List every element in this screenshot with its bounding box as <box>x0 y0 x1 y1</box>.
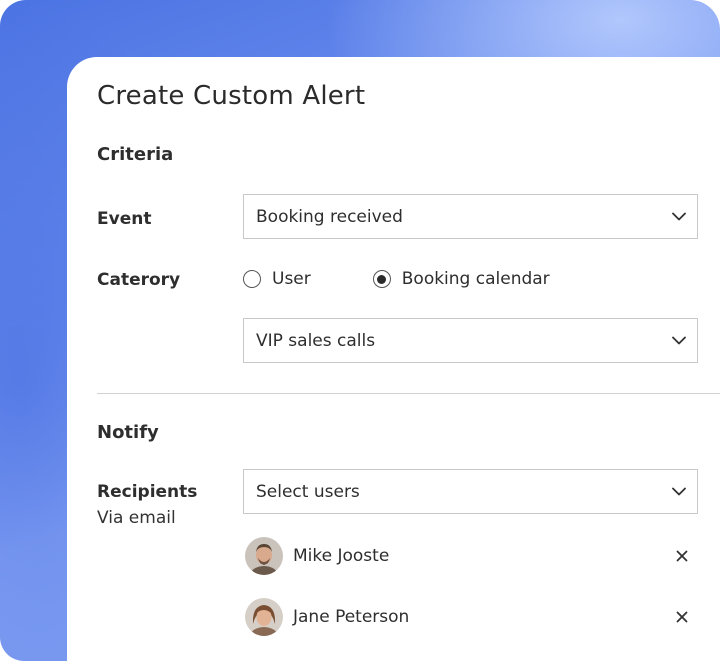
close-icon[interactable] <box>664 550 700 562</box>
recipient-row: Jane Peterson <box>245 597 700 637</box>
notify-heading: Notify <box>97 422 159 443</box>
avatar <box>245 537 283 575</box>
recipient-name: Jane Peterson <box>293 607 410 627</box>
recipients-sublabel: Via email <box>97 508 176 528</box>
event-select[interactable]: Booking received <box>243 194 698 239</box>
category-label: Caterory <box>97 270 181 290</box>
event-label: Event <box>97 209 152 229</box>
chevron-down-icon <box>661 487 697 496</box>
recipient-name: Mike Jooste <box>293 546 390 566</box>
category-radio-group: User Booking calendar <box>243 269 550 289</box>
section-divider <box>97 393 720 394</box>
radio-booking-calendar-circle <box>372 270 391 288</box>
radio-user[interactable]: User <box>243 269 311 289</box>
radio-selected-dot <box>377 274 387 284</box>
calendar-select[interactable]: VIP sales calls <box>243 318 698 363</box>
recipients-label: Recipients <box>97 482 198 502</box>
create-alert-panel: Create Custom Alert Criteria Event Booki… <box>67 57 720 661</box>
avatar <box>245 598 283 636</box>
recipient-row: Mike Jooste <box>245 536 700 576</box>
recipients-select-placeholder: Select users <box>256 481 360 502</box>
radio-booking-calendar[interactable]: Booking calendar <box>372 269 550 289</box>
page-title: Create Custom Alert <box>97 81 366 111</box>
event-select-value: Booking received <box>256 206 403 227</box>
criteria-heading: Criteria <box>97 144 174 165</box>
chevron-down-icon <box>661 336 697 345</box>
calendar-select-value: VIP sales calls <box>256 330 376 351</box>
recipients-select[interactable]: Select users <box>243 469 698 514</box>
radio-user-label: User <box>272 269 311 289</box>
close-icon[interactable] <box>664 611 700 623</box>
radio-booking-calendar-label: Booking calendar <box>401 269 550 289</box>
chevron-down-icon <box>661 212 697 221</box>
radio-user-circle <box>243 270 261 288</box>
